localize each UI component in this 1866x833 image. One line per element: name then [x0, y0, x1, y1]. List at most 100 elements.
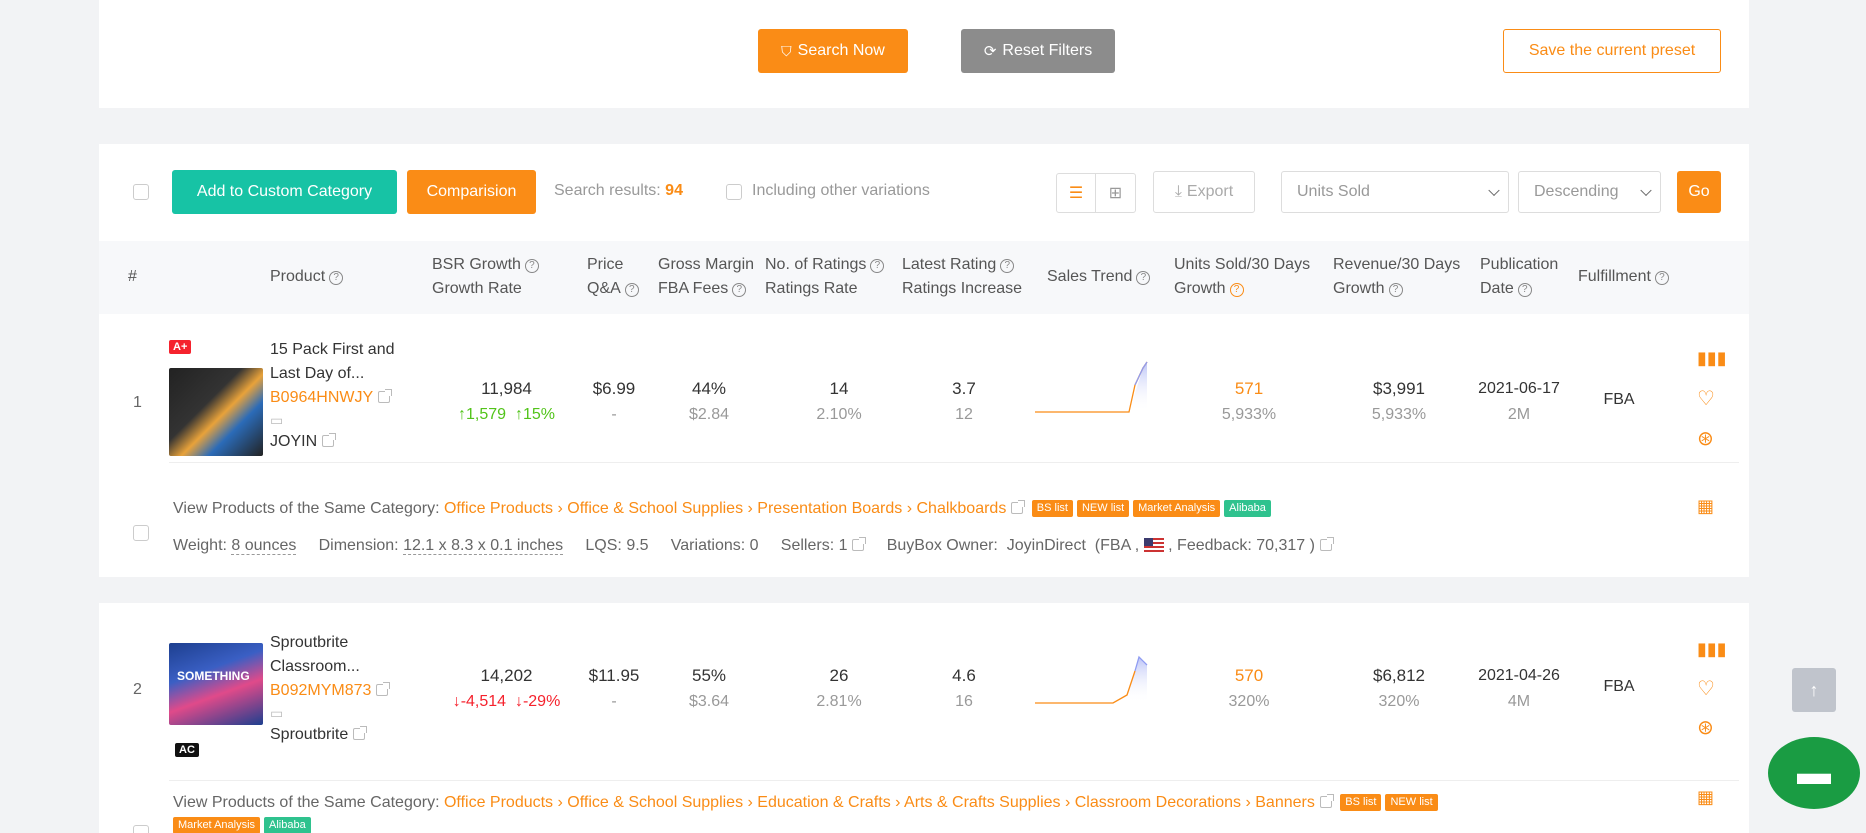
including-variations-checkbox[interactable] — [726, 184, 742, 200]
table-icon[interactable]: ▦ — [1697, 787, 1714, 808]
results-panel-row-2: 2 SOMETHING AC Sproutbrite Classroom... … — [99, 603, 1749, 833]
external-link-icon[interactable] — [1319, 794, 1334, 808]
filter-panel: ⛉ Search Now ⟳ Reset Filters Save the cu… — [99, 0, 1749, 108]
category-link[interactable]: Office Products › Office & School Suppli… — [444, 794, 1315, 811]
chat-button[interactable]: ▬ — [1768, 737, 1860, 809]
publication-cell: 2021-04-26 4M — [1478, 667, 1560, 710]
external-link-icon[interactable] — [852, 537, 867, 551]
revenue-cell: $6,812 320% — [1373, 666, 1425, 710]
units-sold-cell: 571 5,933% — [1221, 379, 1277, 423]
asin-link[interactable]: B0964HNWJY — [270, 389, 373, 406]
ac-badge: AC — [175, 743, 199, 757]
chevron-down-icon — [1640, 184, 1652, 197]
external-link-icon[interactable] — [1011, 500, 1026, 514]
revenue-cell: $3,991 5,933% — [1371, 379, 1427, 423]
header-index: # — [128, 268, 137, 285]
comment-icon[interactable]: ▭ — [270, 703, 388, 723]
table-header: # Product? BSR Growth? Growth Rate Price Q… — [99, 241, 1749, 314]
alibaba-tag[interactable]: Alibaba — [1224, 500, 1271, 517]
bar-chart-icon[interactable]: ▮▮▮ — [1697, 639, 1727, 660]
header-latest-rating: Latest Rating? Ratings Increase — [902, 256, 1023, 297]
sort-order-select[interactable]: Descending — [1518, 171, 1661, 213]
external-link-icon[interactable] — [322, 433, 337, 447]
filter-icon: ⛉ — [781, 42, 792, 59]
market-analysis-tag[interactable]: Market Analysis — [173, 817, 261, 833]
go-button[interactable]: Go — [1677, 171, 1721, 213]
header-price: Price Q&A? — [587, 253, 639, 301]
alibaba-tag[interactable]: Alibaba — [264, 817, 311, 833]
lifebuoy-icon[interactable]: ⊛ — [1697, 715, 1714, 740]
external-link-icon[interactable] — [1319, 537, 1334, 551]
heart-icon[interactable]: ♡ — [1697, 676, 1715, 701]
save-preset-button[interactable]: Save the current preset — [1503, 29, 1721, 73]
external-link-icon[interactable] — [353, 726, 368, 740]
view-toggle: ☰ ⊞ — [1056, 173, 1136, 213]
sales-trend-sparkline[interactable] — [1035, 360, 1149, 416]
market-analysis-tag[interactable]: Market Analysis — [1133, 500, 1221, 517]
chat-bubble-icon: ▬ — [1797, 753, 1831, 792]
product-title[interactable]: Sproutbrite Classroom... B092MYM873 ▭ Sp… — [270, 631, 391, 747]
product-details: Weight: 8 ounces Dimension: 12.1 x 8.3 x… — [173, 537, 1334, 555]
header-gross-margin: Gross Margin FBA Fees? — [658, 256, 755, 297]
export-button[interactable]: ⤓ Export — [1153, 171, 1255, 213]
search-now-button[interactable]: ⛉ Search Now — [758, 29, 908, 73]
bs-list-tag[interactable]: BS list — [1031, 500, 1073, 517]
row-checkbox[interactable] — [133, 825, 149, 833]
header-revenue: Revenue/30 Days Growth? — [1333, 256, 1461, 297]
external-link-icon[interactable] — [376, 682, 391, 696]
header-ratings: No. of Ratings? Ratings Rate — [765, 253, 885, 301]
ratings-cell: 14 2.10% — [816, 379, 862, 423]
price-cell: $11.95- — [588, 666, 640, 710]
header-units-sold[interactable]: Units Sold/30 Days Growth? — [1174, 253, 1310, 301]
margin-cell: 44% $2.84 — [688, 379, 730, 423]
tag-row: Market Analysis Alibaba — [173, 817, 311, 833]
heart-icon[interactable]: ♡ — [1697, 386, 1715, 411]
brand-name[interactable]: Sproutbrite — [270, 726, 348, 743]
row-checkbox[interactable] — [133, 525, 149, 541]
header-bsr-growth: BSR Growth? Growth Rate — [432, 253, 539, 301]
download-icon: ⤓ — [1174, 183, 1182, 200]
fulfillment-cell: FBA — [1603, 391, 1635, 408]
asin-link[interactable]: B092MYM873 — [270, 682, 371, 699]
header-sales-trend: Sales Trend? — [1047, 265, 1151, 289]
category-link[interactable]: Office Products › Office & School Suppli… — [444, 500, 1006, 517]
publication-cell: 2021-06-17 2M — [1478, 380, 1560, 423]
reset-filters-button[interactable]: ⟳ Reset Filters — [961, 29, 1115, 73]
add-custom-category-button[interactable]: Add to Custom Category — [172, 170, 397, 214]
search-results-count: Search results: 94 — [554, 182, 683, 199]
external-link-icon[interactable] — [378, 389, 393, 403]
sort-field-select[interactable]: Units Sold — [1281, 171, 1509, 213]
scroll-to-top-button[interactable]: ↑ — [1792, 668, 1836, 712]
latest-rating-cell: 4.6 16 — [952, 666, 976, 710]
brand-name[interactable]: JOYIN — [270, 433, 317, 450]
bar-chart-icon[interactable]: ▮▮▮ — [1697, 348, 1727, 369]
comparison-button[interactable]: Comparision — [407, 170, 536, 214]
chevron-down-icon — [1488, 184, 1500, 197]
new-list-tag[interactable]: NEW list — [1076, 500, 1130, 517]
product-title[interactable]: 15 Pack First and Last Day of... B0964HN… — [270, 338, 395, 454]
price-cell: $6.99- — [592, 379, 636, 423]
header-publication-date: Publication Date? — [1480, 256, 1559, 297]
table-icon[interactable]: ▦ — [1697, 496, 1714, 517]
row-detail-divider — [169, 780, 1739, 781]
comment-icon[interactable]: ▭ — [270, 410, 395, 430]
row-index: 2 — [133, 681, 142, 698]
category-path: View Products of the Same Category: Offi… — [173, 790, 1693, 816]
including-variations-label: Including other variations — [752, 182, 930, 199]
aplus-badge: A+ — [169, 340, 192, 354]
header-product: Product? — [270, 265, 344, 289]
sales-trend-sparkline[interactable] — [1035, 651, 1149, 707]
ratings-cell: 26 2.81% — [816, 666, 862, 710]
lifebuoy-icon[interactable]: ⊛ — [1697, 426, 1714, 451]
product-image[interactable] — [169, 368, 263, 456]
new-list-tag[interactable]: NEW list — [1385, 794, 1438, 811]
grid-view-icon[interactable]: ⊞ — [1096, 174, 1135, 212]
select-all-checkbox[interactable] — [133, 184, 149, 200]
product-image[interactable]: SOMETHING — [169, 643, 263, 725]
results-panel: Add to Custom Category Comparision Searc… — [99, 144, 1749, 633]
arrow-up-icon: ↑ — [1809, 679, 1819, 700]
bs-list-tag[interactable]: BS list — [1340, 794, 1382, 811]
refresh-icon: ⟳ — [983, 43, 997, 60]
list-view-icon[interactable]: ☰ — [1057, 174, 1097, 212]
latest-rating-cell: 3.7 12 — [952, 379, 976, 423]
